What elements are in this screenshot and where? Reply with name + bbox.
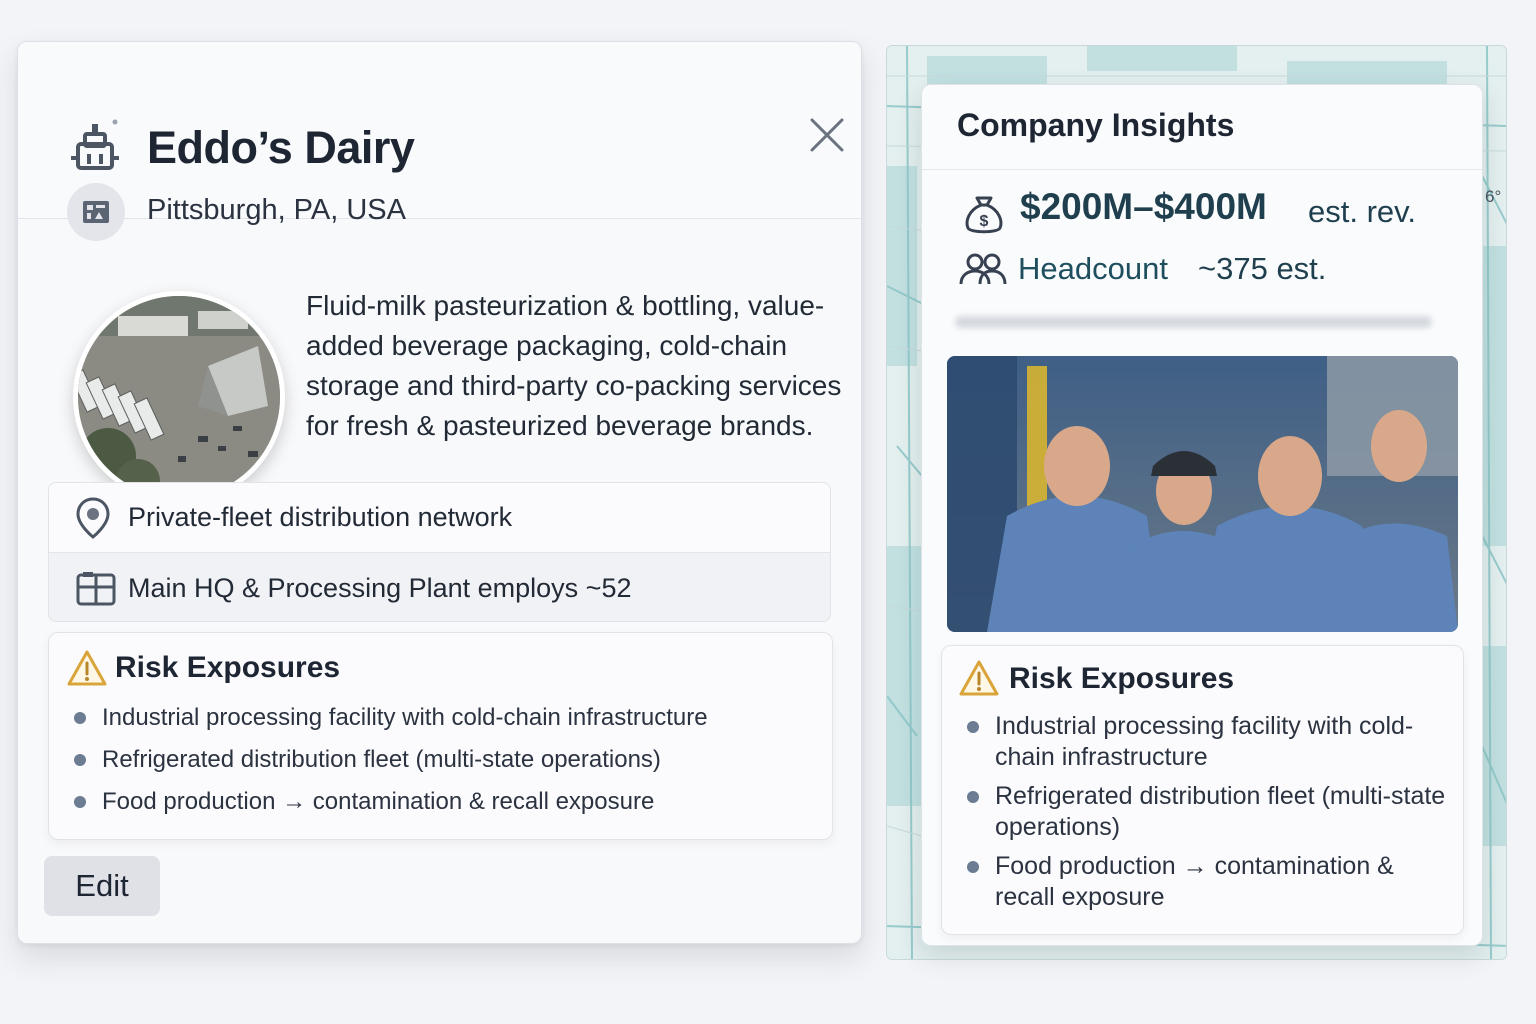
info-row-text: Private-fleet distribution network [128, 502, 513, 532]
list-item: Industrial processing facility with cold… [74, 703, 834, 745]
insights-title: Company Insights [957, 107, 1235, 143]
factory-icon [71, 119, 119, 170]
risk-exposures-card: Risk Exposures Industrial processing fac… [941, 645, 1464, 935]
revenue-suffix: est. rev. [1308, 194, 1416, 229]
risk-list: Industrial processing facility with cold… [74, 703, 834, 829]
headcount-value: ~375 est. [1198, 251, 1327, 286]
risk-title: Risk Exposures [115, 651, 341, 684]
revenue-value: $200M–$400M [1020, 186, 1267, 227]
info-row-distribution: Private-fleet distribution network [49, 483, 830, 553]
company-description: Fluid-milk pasteurization & bottling, va… [306, 290, 842, 441]
edit-button[interactable]: Edit [44, 856, 160, 916]
info-row-text: Main HQ & Processing Plant employs ~52 [128, 572, 632, 603]
divider [955, 316, 1432, 328]
map-pin-icon [76, 496, 110, 539]
list-item: Food production → contamination & recall… [74, 787, 834, 829]
money-bag-icon: $ [965, 196, 1003, 234]
risk-list: Industrial processing facility with cold… [967, 711, 1447, 921]
city-grid-icon [83, 201, 109, 223]
location-badge [67, 183, 125, 241]
svg-text:$: $ [980, 213, 989, 230]
card-header: Eddo’s Dairy [18, 42, 861, 219]
list-item: Food production → contamination & recall… [967, 851, 1447, 913]
list-item: Industrial processing facility with cold… [967, 711, 1447, 773]
warning-icon [959, 660, 999, 696]
insights-header: Company Insights [922, 85, 1482, 170]
warning-icon [67, 650, 107, 686]
info-row-hq: Main HQ & Processing Plant employs ~52 [49, 553, 830, 621]
company-name: Eddo’s Dairy [147, 122, 415, 173]
company-insights-card: Company Insights $ $200M–$400M est. rev.… [921, 84, 1483, 946]
building-icon [76, 572, 116, 606]
risk-exposures-card: Risk Exposures Industrial processing fac… [48, 632, 833, 840]
headcount-label: Headcount [1018, 251, 1168, 286]
risk-title: Risk Exposures [1009, 662, 1235, 695]
info-list: Private-fleet distribution network Main … [48, 482, 831, 622]
map-label: 6° [1485, 187, 1502, 206]
close-icon[interactable] [808, 116, 846, 154]
facility-aerial-photo [73, 291, 285, 503]
list-item: Refrigerated distribution fleet (multi-s… [74, 745, 834, 787]
people-icon [959, 253, 1007, 285]
list-item: Refrigerated distribution fleet (multi-s… [967, 781, 1447, 843]
team-photo [947, 356, 1458, 632]
company-location: Pittsburgh, PA, USA [147, 194, 406, 226]
